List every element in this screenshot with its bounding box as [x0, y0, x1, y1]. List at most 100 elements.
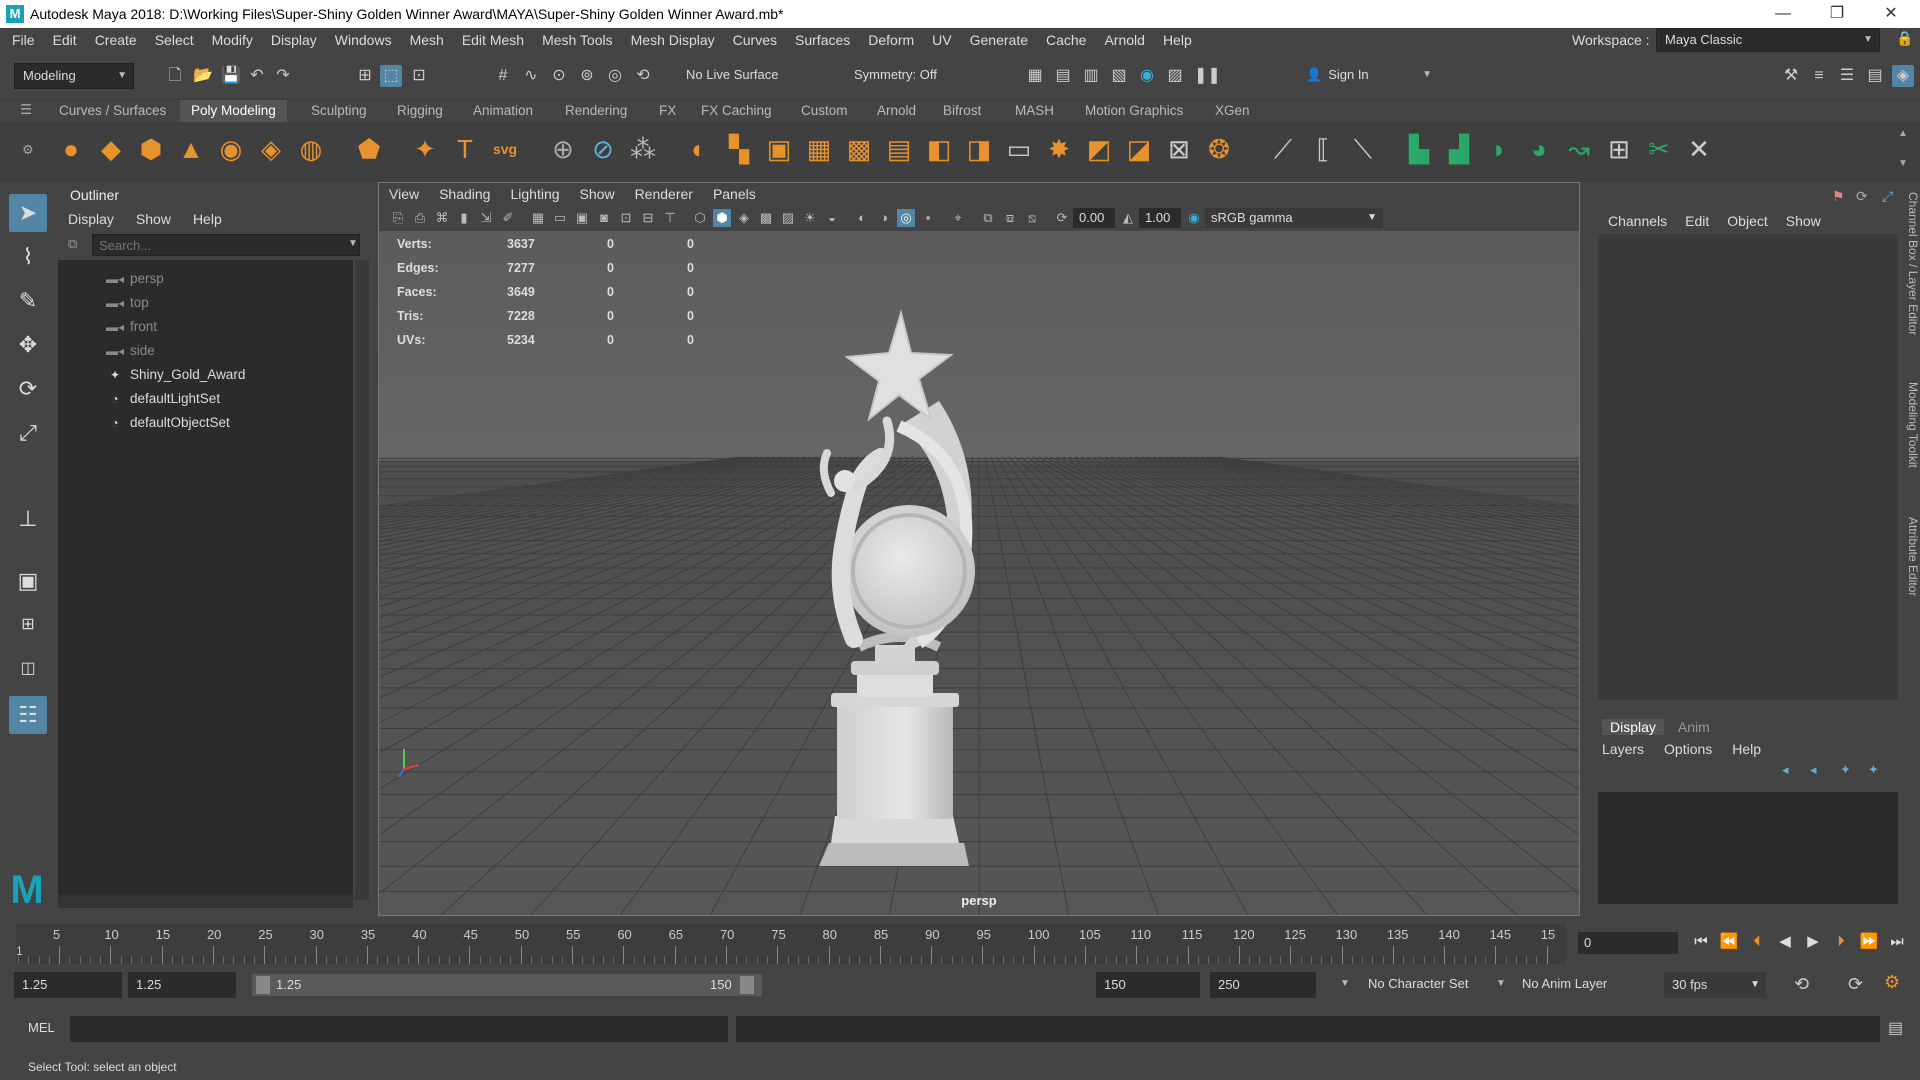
start-time-field[interactable]: 1.25: [14, 972, 122, 998]
save-scene-icon[interactable]: 💾: [220, 65, 242, 87]
snap-point-icon[interactable]: ⊙: [548, 65, 570, 87]
select-component-icon[interactable]: ⊡: [408, 65, 430, 87]
side-tab-modeling-toolkit[interactable]: Modeling Toolkit: [1900, 382, 1920, 492]
platonic-solid-icon[interactable]: ⬟: [352, 132, 386, 166]
snap-grid-icon[interactable]: #: [492, 65, 514, 87]
symmetry-dropdown[interactable]: Symmetry: Off: [846, 63, 966, 89]
menu-arnold[interactable]: Arnold: [1095, 28, 1153, 52]
sign-in-button[interactable]: 👤 Sign In ▼: [1298, 63, 1438, 89]
outliner-item[interactable]: ▬◂ persp: [106, 268, 164, 290]
viewport-panel[interactable]: View Shading Lighting Show Renderer Pane…: [378, 182, 1580, 916]
menu-create[interactable]: Create: [86, 28, 146, 52]
shelf-tab-rigging[interactable]: Rigging: [386, 100, 454, 122]
character-set-label[interactable]: No Character Set: [1368, 976, 1468, 991]
safe-action-icon[interactable]: ⊟: [639, 209, 657, 227]
channel-box-toggle-icon[interactable]: ▤: [1864, 65, 1886, 87]
isolate-select-icon[interactable]: ▪: [919, 209, 937, 227]
poly-cylinder-icon[interactable]: ⬢: [134, 132, 168, 166]
field-chart-icon[interactable]: ⊡: [617, 209, 635, 227]
combine-icon[interactable]: ⊕: [546, 132, 580, 166]
move-tool-icon[interactable]: ✥: [9, 326, 47, 364]
shelf-tab-mash[interactable]: MASH: [1004, 100, 1065, 122]
open-scene-icon[interactable]: 📂: [192, 65, 214, 87]
menu-mesh-display[interactable]: Mesh Display: [622, 28, 724, 52]
shelf-tab-fx-caching[interactable]: FX Caching: [690, 100, 783, 122]
shelf-tab-fx[interactable]: FX: [648, 100, 687, 122]
motion-blur-icon[interactable]: ◐: [853, 209, 871, 227]
channel-box-menu-object[interactable]: Object: [1719, 213, 1777, 229]
menu-mesh-tools[interactable]: Mesh Tools: [533, 28, 622, 52]
extrude-icon[interactable]: ◐: [682, 132, 716, 166]
render-current-icon[interactable]: ▦: [1024, 65, 1046, 87]
unfold-uv-icon[interactable]: ⊞: [1602, 132, 1636, 166]
menu-select[interactable]: Select: [146, 28, 203, 52]
viewport-menu-shading[interactable]: Shading: [429, 183, 500, 205]
poly-torus-icon[interactable]: ◉: [214, 132, 248, 166]
offset-edge-loop-icon[interactable]: ▤: [882, 132, 916, 166]
anim-end-field[interactable]: 150: [1096, 972, 1200, 998]
render-view-icon[interactable]: ▨: [1164, 65, 1186, 87]
snap-view-icon[interactable]: ⊚: [576, 65, 598, 87]
outliner-item[interactable]: ✦ Shiny_Gold_Award: [106, 364, 245, 386]
layer-menu-layers[interactable]: Layers: [1602, 741, 1664, 757]
exposure-icon[interactable]: ⟳: [1053, 209, 1071, 227]
viewport-menu-view[interactable]: View: [379, 183, 429, 205]
wireframe-icon[interactable]: ⬡: [691, 209, 709, 227]
select-object-icon[interactable]: ⬚: [380, 65, 402, 87]
render-settings-icon[interactable]: ▧: [1108, 65, 1130, 87]
snap-live-icon[interactable]: ⟲: [632, 65, 654, 87]
use-all-lights-icon[interactable]: ▨: [779, 209, 797, 227]
last-tool-icon[interactable]: ⊥: [9, 500, 47, 538]
step-back-icon[interactable]: ⏪: [1718, 931, 1740, 953]
shelf-settings-icon[interactable]: ⚙: [22, 142, 34, 158]
slide-edge-icon[interactable]: ⟦: [1306, 132, 1340, 166]
script-editor-icon[interactable]: ▤: [1888, 1018, 1903, 1038]
pause-icon[interactable]: ❚❚: [1194, 65, 1221, 87]
command-language-label[interactable]: MEL: [28, 1020, 55, 1035]
loop-icon[interactable]: ⟲: [1794, 974, 1809, 995]
bevel-icon[interactable]: ▣: [762, 132, 796, 166]
edit-edge-flow-icon[interactable]: ⟋: [1266, 132, 1300, 166]
2d-pan-zoom-icon[interactable]: ⇲: [477, 209, 495, 227]
menu-set-dropdown[interactable]: Modeling ▼: [14, 63, 134, 89]
menu-cache[interactable]: Cache: [1037, 28, 1095, 52]
xray-components-icon[interactable]: ⧈: [1001, 209, 1019, 227]
viewport-scene[interactable]: [379, 231, 1579, 915]
menu-edit[interactable]: Edit: [44, 28, 86, 52]
film-gate-icon[interactable]: ▭: [551, 209, 569, 227]
shelf-menu-icon[interactable]: ☰: [20, 102, 32, 118]
outliner-menu-help[interactable]: Help: [183, 211, 234, 227]
step-forward-icon[interactable]: ⏩: [1858, 931, 1880, 953]
modeling-toolkit-icon[interactable]: ⚒: [1780, 65, 1802, 87]
viewport-menu-renderer[interactable]: Renderer: [625, 183, 703, 205]
shelf-tab-poly-modeling[interactable]: Poly Modeling: [180, 100, 287, 122]
viewport-menu-lighting[interactable]: Lighting: [500, 183, 569, 205]
current-frame-field[interactable]: 0: [1578, 932, 1678, 954]
depth-of-field-icon[interactable]: ◎: [897, 209, 915, 227]
smooth-icon[interactable]: ⁂: [626, 132, 660, 166]
layer-tab-anim[interactable]: Anim: [1664, 719, 1724, 735]
gamma-icon[interactable]: ◭: [1119, 209, 1137, 227]
menu-windows[interactable]: Windows: [326, 28, 401, 52]
shelf-tab-bifrost[interactable]: Bifrost: [932, 100, 992, 122]
screen-space-ao-icon[interactable]: ◒: [823, 209, 841, 227]
channel-box-menu-show[interactable]: Show: [1778, 213, 1831, 229]
insert-edge-loop-icon[interactable]: ▩: [842, 132, 876, 166]
new-layer-icon[interactable]: ✦: [1840, 762, 1851, 778]
outliner-horizontal-scrollbar[interactable]: [58, 894, 353, 908]
textured-icon[interactable]: ▩: [757, 209, 775, 227]
super-shape-icon[interactable]: ✦: [408, 132, 442, 166]
poly-cube-icon[interactable]: ◆: [94, 132, 128, 166]
channel-box-expand-icon[interactable]: ⤢: [1882, 188, 1893, 205]
persp-outliner-icon[interactable]: ◫: [9, 650, 47, 688]
go-to-start-icon[interactable]: ⏮: [1690, 931, 1712, 953]
lasso-tool-icon[interactable]: ⌇: [9, 238, 47, 276]
cut-uv-icon[interactable]: ✂: [1642, 132, 1676, 166]
step-back-key-icon[interactable]: ⏴: [1746, 931, 1768, 953]
layer-menu-options[interactable]: Options: [1664, 741, 1732, 757]
side-tab-channel-box[interactable]: Channel Box / Layer Editor: [1900, 192, 1920, 362]
sew-uv-icon[interactable]: ✕: [1682, 132, 1716, 166]
grease-pencil-icon[interactable]: ✐: [499, 209, 517, 227]
outliner-item[interactable]: ▬◂ side: [106, 340, 155, 362]
command-input[interactable]: [70, 1016, 728, 1042]
